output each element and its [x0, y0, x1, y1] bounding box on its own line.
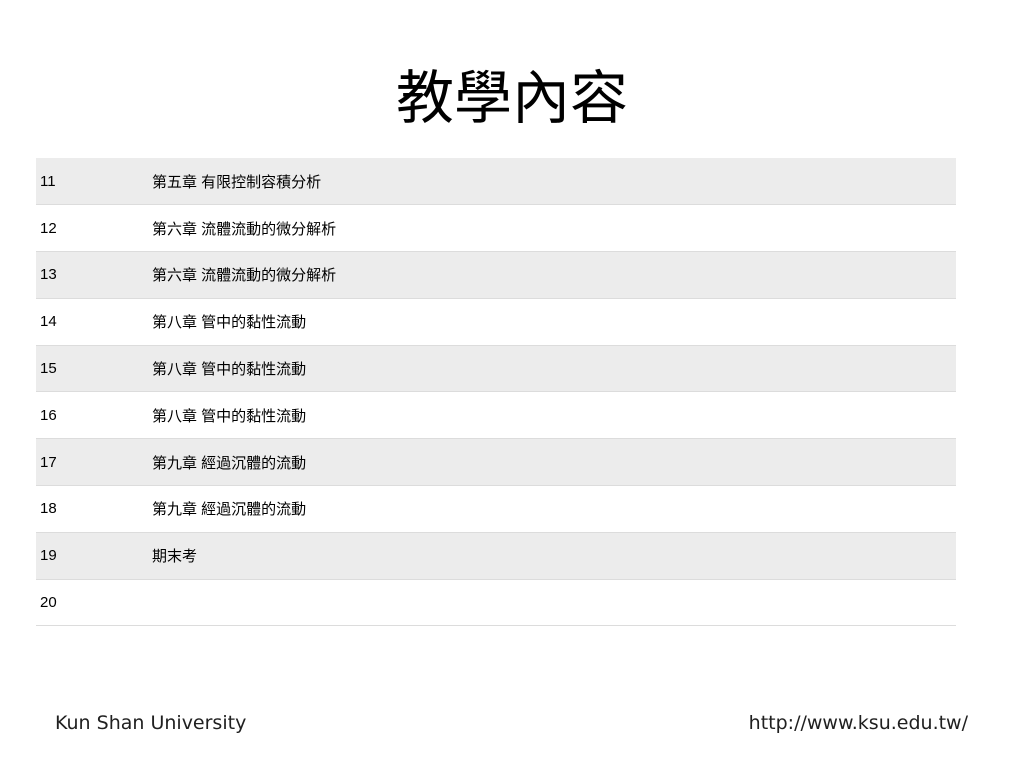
- course-content: 第八章 管中的黏性流動: [152, 298, 956, 346]
- week-number: 14: [36, 298, 152, 346]
- table-row: 18 第九章 經過沉體的流動: [36, 485, 956, 533]
- table-row: 13 第六章 流體流動的微分解析: [36, 251, 956, 299]
- table-row: 16 第八章 管中的黏性流動: [36, 391, 956, 440]
- week-number: 18: [36, 485, 152, 533]
- table-row: 11 第五章 有限控制容積分析: [36, 158, 956, 206]
- course-content: [152, 579, 956, 627]
- course-content: 期末考: [152, 532, 956, 580]
- table-row: 12 第六章 流體流動的微分解析: [36, 204, 956, 253]
- course-content: 第九章 經過沉體的流動: [152, 438, 956, 487]
- course-content: 第八章 管中的黏性流動: [152, 345, 956, 393]
- week-number: 15: [36, 345, 152, 393]
- week-number: 11: [36, 158, 152, 206]
- week-number: 17: [36, 438, 152, 487]
- footer-url[interactable]: http://www.ksu.edu.tw/: [749, 712, 968, 734]
- course-content: 第六章 流體流動的微分解析: [152, 251, 956, 299]
- footer-institution: Kun Shan University: [55, 712, 247, 734]
- week-number: 12: [36, 204, 152, 253]
- schedule-table: 11 第五章 有限控制容積分析 12 第六章 流體流動的微分解析 13 第六章 …: [36, 158, 956, 627]
- course-content: 第五章 有限控制容積分析: [152, 158, 956, 206]
- week-number: 19: [36, 532, 152, 580]
- course-content: 第八章 管中的黏性流動: [152, 391, 956, 440]
- table-row: 17 第九章 經過沉體的流動: [36, 438, 956, 487]
- table-row: 14 第八章 管中的黏性流動: [36, 298, 956, 346]
- table-row: 19 期末考: [36, 532, 956, 580]
- course-content: 第九章 經過沉體的流動: [152, 485, 956, 533]
- slide-title: 教學內容: [395, 64, 628, 132]
- week-number: 13: [36, 251, 152, 299]
- table-row: 20: [36, 579, 956, 627]
- course-content: 第六章 流體流動的微分解析: [152, 204, 956, 253]
- table-row: 15 第八章 管中的黏性流動: [36, 345, 956, 393]
- week-number: 16: [36, 391, 152, 440]
- week-number: 20: [36, 579, 152, 627]
